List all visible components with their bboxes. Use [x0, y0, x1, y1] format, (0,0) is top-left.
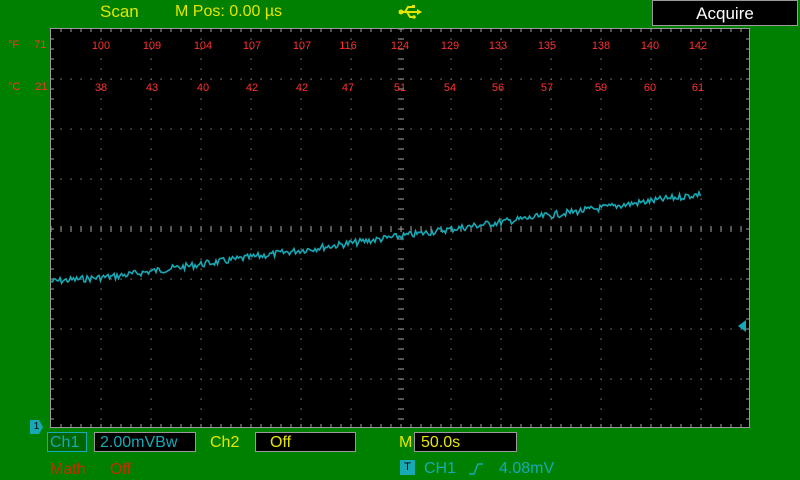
ch2-button[interactable]: Ch2 [210, 434, 239, 452]
celsius-value: 57 [541, 82, 553, 94]
celsius-value: 51 [394, 82, 406, 94]
celsius-row-label: °C 21 [8, 81, 48, 93]
temperature-value-labels: 100 109 104 107 107 116 124 129 133 135 138 140 142 3… [92, 40, 707, 94]
fahrenheit-row-label: °F 71 [8, 39, 46, 51]
fahrenheit-value: 142 [689, 40, 707, 52]
fahrenheit-value: 135 [538, 40, 556, 52]
ch2-state-readout: Off [255, 432, 356, 452]
trigger-level-marker-icon[interactable] [738, 320, 746, 332]
fahrenheit-value: 133 [489, 40, 507, 52]
fahrenheit-value: 109 [143, 40, 161, 52]
celsius-value: 38 [95, 82, 107, 94]
horizontal-position-readout: M Pos: 0.00 µs [175, 3, 283, 20]
math-button[interactable]: Math [50, 461, 86, 479]
math-state-readout: Off [110, 461, 132, 478]
waveform-display: 100 109 104 107 107 116 124 129 133 135 138 140 142 3… [50, 28, 750, 428]
ch1-ground-marker[interactable]: 1 [30, 420, 43, 434]
fahrenheit-value: 104 [194, 40, 212, 52]
ch1-scale-readout: 2.00mVBw [94, 432, 196, 452]
rising-edge-icon [469, 463, 483, 475]
fahrenheit-value: 100 [92, 40, 110, 52]
trigger-icon: T [400, 460, 415, 475]
usb-icon [398, 5, 422, 19]
celsius-unit: °C [8, 81, 21, 93]
ch1-button[interactable]: Ch1 [47, 432, 87, 452]
timebase-label: M [399, 434, 413, 451]
fahrenheit-value: 124 [391, 40, 409, 52]
ch1-waveform-trace [51, 189, 702, 286]
fahrenheit-value: 138 [592, 40, 610, 52]
celsius-value: 59 [595, 82, 607, 94]
celsius-value: 47 [342, 82, 354, 94]
trigger-level-readout: 4.08mV [499, 460, 555, 477]
celsius-value: 60 [644, 82, 656, 94]
fahrenheit-start-value: 71 [34, 39, 47, 51]
acquisition-mode-label: Scan [100, 2, 139, 21]
acquire-menu-button[interactable]: Acquire [652, 0, 798, 26]
celsius-value: 40 [197, 82, 209, 94]
celsius-value: 43 [146, 82, 158, 94]
celsius-value: 42 [246, 82, 258, 94]
fahrenheit-unit: °F [8, 39, 20, 51]
celsius-start-value: 21 [35, 81, 48, 93]
timebase-readout: 50.0s [414, 432, 517, 452]
celsius-value: 42 [296, 82, 308, 94]
celsius-value: 61 [692, 82, 704, 94]
celsius-value: 56 [492, 82, 504, 94]
celsius-value: 54 [444, 82, 456, 94]
fahrenheit-value: 107 [243, 40, 261, 52]
fahrenheit-value: 129 [441, 40, 459, 52]
graticule: 100 109 104 107 107 116 124 129 133 135 138 140 142 3… [51, 29, 749, 427]
fahrenheit-value: 116 [339, 40, 357, 52]
fahrenheit-value: 107 [293, 40, 311, 52]
fahrenheit-value: 140 [641, 40, 659, 52]
trigger-source-readout: CH1 [424, 460, 457, 477]
